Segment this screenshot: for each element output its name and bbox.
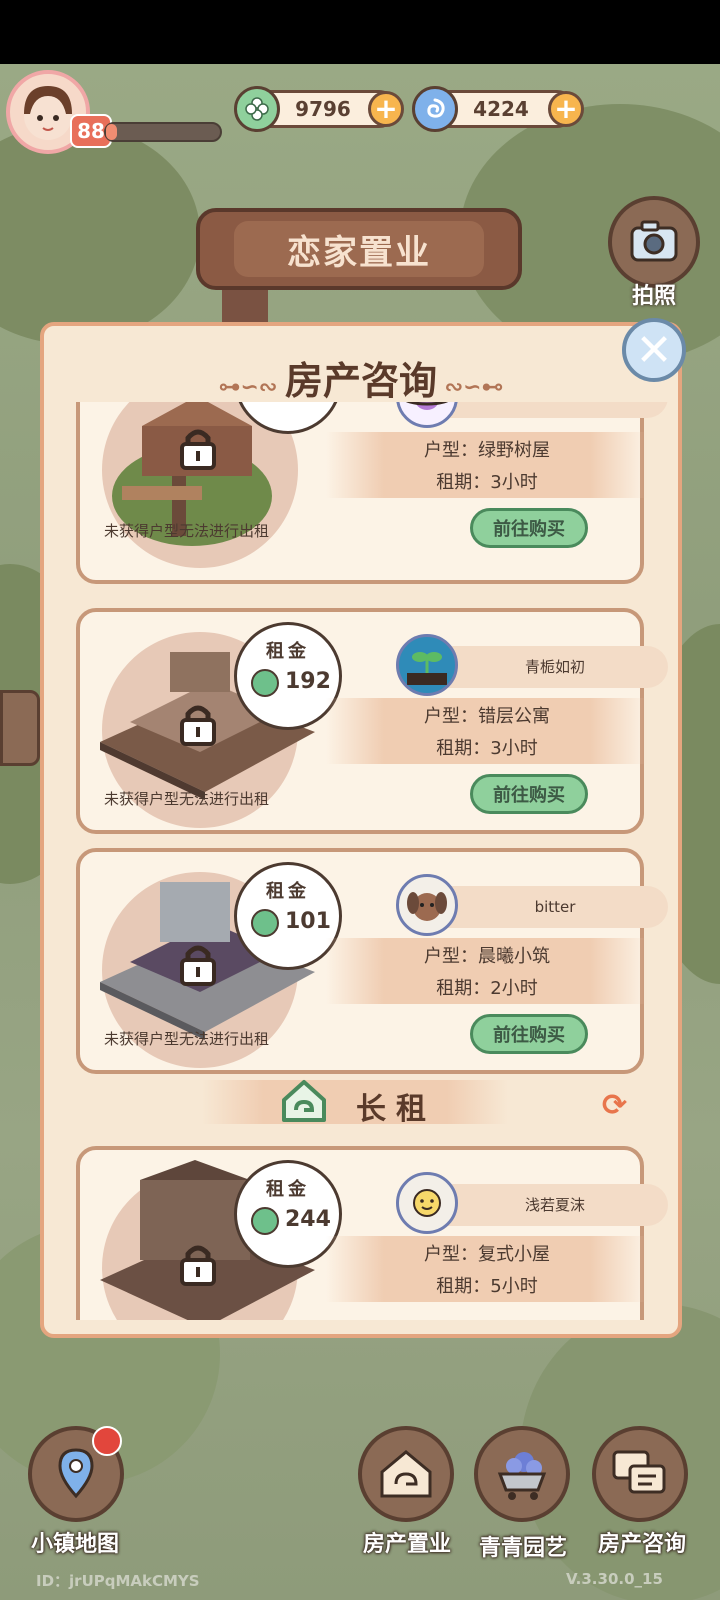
listing-info: 户型：绿野树屋 租期：3小时 (326, 432, 648, 498)
locked-note: 未获得户型无法进行出租 (104, 522, 270, 540)
camera-icon (630, 220, 678, 262)
owner-name: 青栀如初 (524, 658, 585, 676)
camera-label: 拍照 (631, 284, 676, 309)
listing-card: 租金 225 Traveler 户型：绿野树屋 租期：3小时 前往购买 未获得户… (76, 402, 668, 584)
right-ornament-icon: ∾∽⊷ (437, 375, 504, 400)
rent-period: 租期：3小时 (436, 738, 538, 759)
clover-icon (251, 909, 279, 937)
add-swirl-button[interactable]: + (548, 91, 584, 127)
go-buy-button[interactable]: 前往购买 (470, 508, 588, 548)
clover-icon (251, 1207, 279, 1235)
rent-period: 租期：5小时 (436, 1276, 538, 1297)
panel-title-text: 房产咨询 (284, 359, 437, 403)
sprout-icon (396, 634, 458, 696)
house-type: 户型：错层公寓 (424, 706, 550, 727)
rent-label: 租金 (266, 1179, 310, 1200)
clover-currency-value: 9796 (295, 97, 351, 121)
camera-button[interactable] (608, 196, 700, 288)
property-agency-sign: 恋家置业 (196, 208, 522, 290)
owner-name: bitter (534, 898, 576, 916)
chat-bubble-icon (612, 1450, 666, 1494)
notification-dot (92, 1426, 122, 1456)
xp-progress-bar (104, 122, 222, 142)
panel-title: ⊶∽∾ 房产咨询 ∾∽⊷ (40, 350, 682, 405)
scene-side-home-button[interactable] (0, 690, 40, 766)
listing-info: 户型：晨曦小筑 租期：2小时 (326, 938, 648, 1004)
garden-label: 青青园艺 (478, 1536, 567, 1561)
listing-card: 租金 244 浅若夏沫 户型：复式小屋 租期：5小时 (76, 1146, 668, 1320)
garden-button[interactable] (474, 1426, 570, 1522)
planet-icon (396, 402, 458, 428)
property-consult-label: 房产咨询 (597, 1532, 686, 1557)
clover-icon (251, 669, 279, 697)
app-version: V.3.30.0_15 (566, 1570, 663, 1588)
swirl-gem-icon (412, 86, 458, 132)
long-rent-title: 长租 (356, 1092, 436, 1127)
left-ornament-icon: ⊶∽∾ (218, 375, 285, 400)
listing-scroll-area[interactable]: 租金 225 Traveler 户型：绿野树屋 租期：3小时 前往购买 未获得户… (48, 402, 674, 1320)
owner-name: Traveler (452, 402, 658, 418)
listing-info: 户型：复式小屋 租期：5小时 (326, 1236, 648, 1302)
town-map-label: 小镇地图 (30, 1532, 119, 1557)
rent-period: 租期：3小时 (436, 472, 538, 493)
house-type: 户型：复式小屋 (424, 1244, 550, 1265)
property-consult-button[interactable] (592, 1426, 688, 1522)
rent-value: 192 (285, 669, 331, 694)
house-type: 户型：绿野树屋 (424, 440, 550, 461)
rent-value: 244 (285, 1207, 331, 1232)
add-clover-button[interactable]: + (368, 91, 404, 127)
listing-info: 户型：错层公寓 租期：3小时 (326, 698, 648, 764)
flower-cart-icon (497, 1452, 547, 1500)
listing-card: 租金 101 bitter 户型：晨曦小筑 租期：2小时 前往购买 未获得户型无… (76, 848, 668, 1074)
rent-label: 租金 (266, 641, 310, 662)
xp-progress-fill (106, 124, 118, 140)
property-buy-label: 房产置业 (362, 1532, 451, 1557)
player-id: ID：jrUPqMAkCMYS (36, 1572, 200, 1590)
rent-label: 租金 (266, 881, 310, 902)
long-rent-section-header (202, 1080, 508, 1124)
rent-period: 租期：2小时 (436, 978, 538, 999)
lock-icon (180, 429, 216, 470)
house-type: 户型：晨曦小筑 (424, 946, 550, 967)
dog-icon (396, 874, 458, 936)
property-buy-button[interactable] (358, 1426, 454, 1522)
clover-icon (234, 86, 280, 132)
sun-icon (396, 1172, 458, 1234)
close-panel-button[interactable]: ✕ (622, 318, 686, 382)
lock-icon (180, 945, 216, 986)
sign-title: 恋家置业 (234, 221, 484, 277)
lock-icon (180, 705, 216, 746)
locked-note: 未获得户型无法进行出租 (104, 790, 270, 808)
locked-note: 未获得户型无法进行出租 (104, 1030, 270, 1048)
house-icon (380, 1450, 432, 1498)
owner-name: 浅若夏沫 (524, 1196, 585, 1214)
go-buy-button[interactable]: 前往购买 (470, 1014, 588, 1054)
refresh-icon[interactable]: ⟳ (602, 1088, 636, 1123)
swirl-currency-value: 4224 (473, 97, 529, 121)
listing-card: 租金 192 青栀如初 户型：错层公寓 租期：3小时 前往购买 未获得户型无法进… (76, 608, 668, 834)
rent-value: 101 (285, 909, 331, 934)
go-buy-button[interactable]: 前往购买 (470, 774, 588, 814)
house-icon (282, 1080, 326, 1122)
lock-icon (180, 1245, 216, 1286)
close-icon: ✕ (635, 324, 673, 376)
